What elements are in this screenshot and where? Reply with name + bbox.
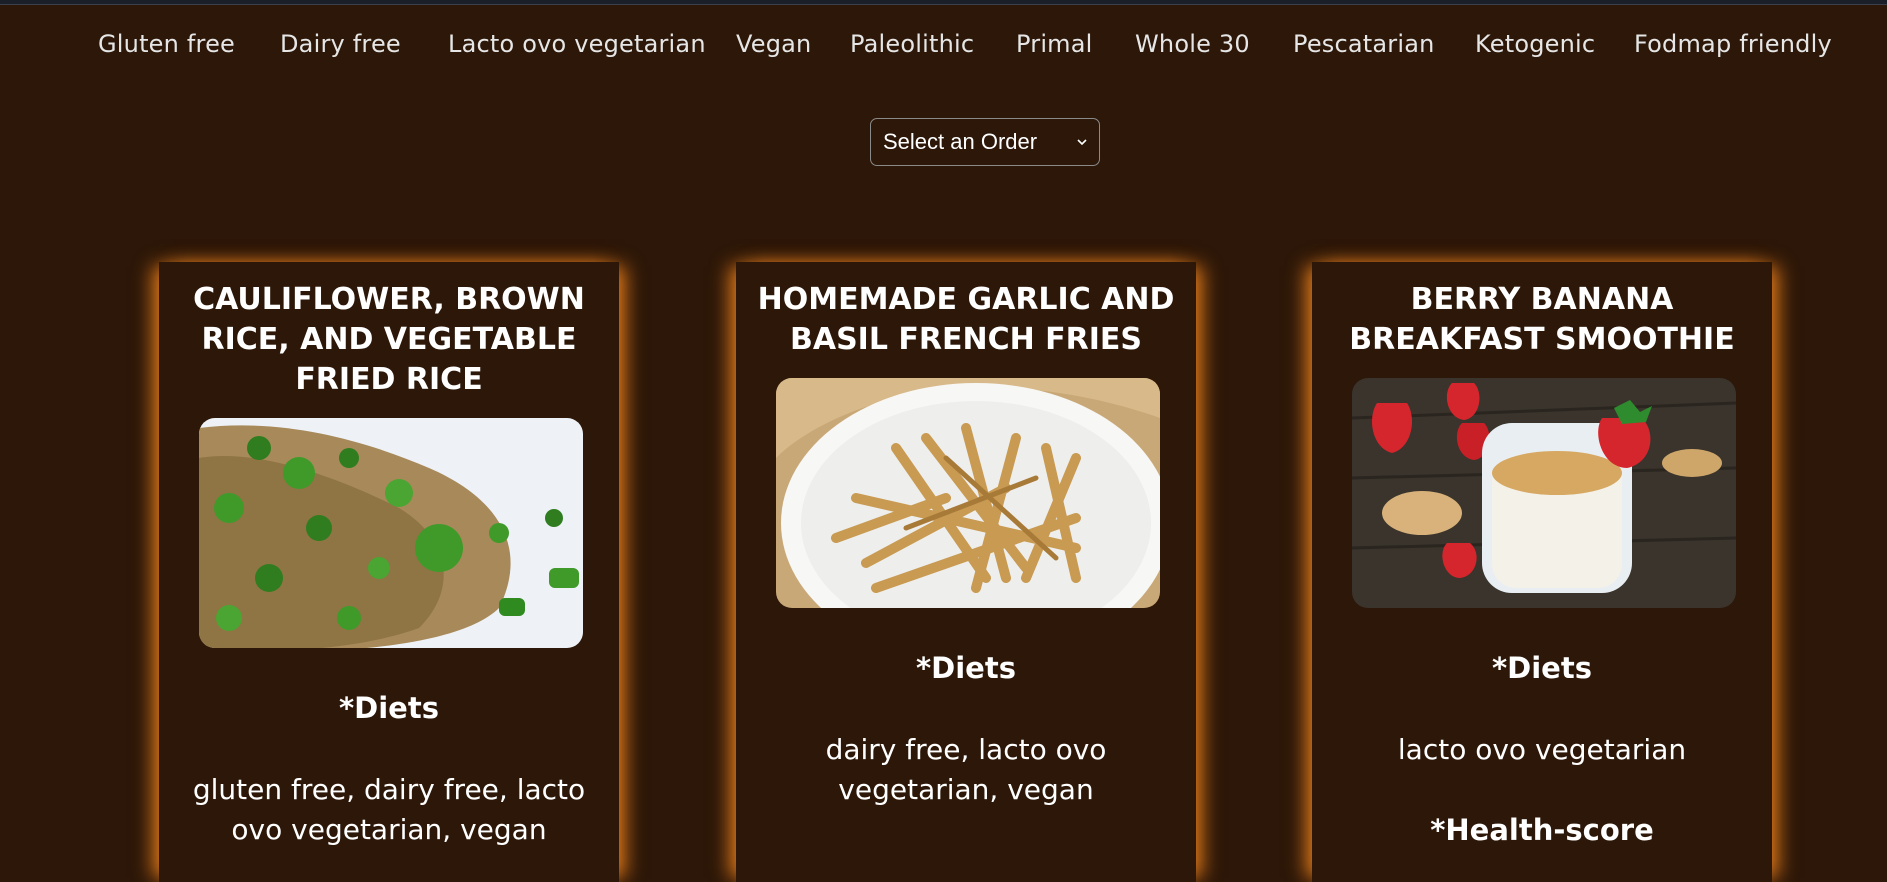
diet-filter-bar: Gluten free Dairy free Lacto ovo vegetar… <box>0 30 1887 70</box>
fried-rice-photo <box>199 418 583 648</box>
recipe-card[interactable]: BERRY BANANA BREAKFAST SMOOTHIE *Diets l… <box>1312 262 1772 882</box>
recipe-card[interactable]: CAULIFLOWER, BROWN RICE, AND VEGETABLE F… <box>159 262 619 882</box>
recipe-title: CAULIFLOWER, BROWN RICE, AND VEGETABLE F… <box>193 282 585 397</box>
filter-pescatarian[interactable]: Pescatarian <box>1293 30 1435 58</box>
diets-label: *Diets <box>916 651 1016 685</box>
filter-vegan[interactable]: Vegan <box>736 30 811 58</box>
order-select-value: Select an Order <box>883 129 1038 154</box>
chevron-down-icon <box>1077 139 1087 146</box>
recipe-image[interactable] <box>776 378 1160 608</box>
filter-gluten-free[interactable]: Gluten free <box>98 30 235 58</box>
filter-whole-30[interactable]: Whole 30 <box>1135 30 1250 58</box>
filter-ketogenic[interactable]: Ketogenic <box>1475 30 1595 58</box>
diets-label: *Diets <box>1492 651 1592 685</box>
filter-paleolithic[interactable]: Paleolithic <box>850 30 974 58</box>
diets-list: dairy free, lacto ovo vegetarian, vegan <box>825 733 1107 806</box>
filter-fodmap-friendly[interactable]: Fodmap friendly <box>1634 30 1832 58</box>
browser-top-edge <box>0 0 1887 5</box>
recipe-card[interactable]: HOMEMADE GARLIC AND BASIL FRENCH FRIES *… <box>736 262 1196 882</box>
filter-primal[interactable]: Primal <box>1016 30 1093 58</box>
diets-list: lacto ovo vegetarian <box>1397 733 1687 766</box>
recipe-image[interactable] <box>1352 378 1736 608</box>
diets-list: gluten free, dairy free, lacto ovo veget… <box>192 773 586 846</box>
recipe-image[interactable] <box>199 418 583 648</box>
health-score-label: *Health-score <box>1430 813 1654 847</box>
order-select[interactable]: Select an Order <box>870 118 1100 166</box>
filter-dairy-free[interactable]: Dairy free <box>280 30 401 58</box>
diets-label: *Diets <box>339 691 439 725</box>
recipe-title: HOMEMADE GARLIC AND BASIL FRENCH FRIES <box>757 282 1175 357</box>
french-fries-photo <box>776 378 1160 608</box>
filter-lacto-ovo-vegetarian[interactable]: Lacto ovo vegetarian <box>448 30 706 58</box>
recipe-title: BERRY BANANA BREAKFAST SMOOTHIE <box>1349 282 1735 357</box>
smoothie-photo <box>1352 378 1736 608</box>
